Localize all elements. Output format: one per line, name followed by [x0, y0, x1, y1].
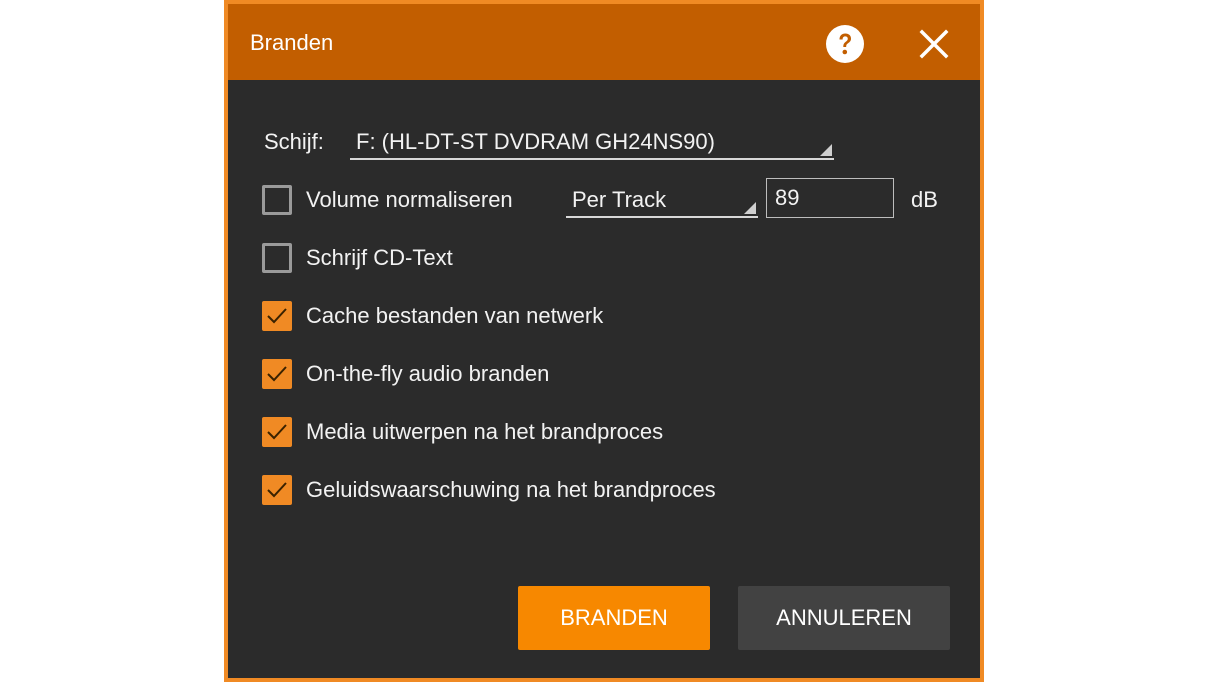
close-icon[interactable] [918, 28, 950, 60]
normalize-label: Volume normaliseren [306, 187, 513, 212]
dialog-title: Branden [250, 30, 334, 55]
burn-button[interactable]: BRANDEN [518, 586, 710, 650]
help-icon[interactable] [825, 24, 865, 64]
on-the-fly-checkbox[interactable] [262, 359, 292, 389]
dropdown-arrow-icon [744, 202, 756, 214]
checkmark-icon [267, 482, 287, 498]
sound-label: Geluidswaarschuwing na het brandproces [306, 477, 716, 502]
dropdown-arrow-icon [820, 144, 832, 156]
normalize-checkbox[interactable] [262, 185, 292, 215]
eject-checkbox[interactable] [262, 417, 292, 447]
normalize-mode-value: Per Track [572, 187, 667, 212]
cache-checkbox[interactable] [262, 301, 292, 331]
cache-label: Cache bestanden van netwerk [306, 303, 604, 328]
on-the-fly-label: On-the-fly audio branden [306, 361, 550, 386]
cd-text-checkbox[interactable] [262, 243, 292, 273]
cd-text-label: Schrijf CD-Text [306, 245, 453, 270]
checkmark-icon [267, 424, 287, 440]
normalize-level-input[interactable] [766, 178, 894, 218]
checkmark-icon [267, 308, 287, 324]
checkmark-icon [267, 366, 287, 382]
db-unit-label: dB [911, 187, 938, 212]
eject-label: Media uitwerpen na het brandproces [306, 419, 664, 444]
normalize-mode-select[interactable]: Per Track [566, 182, 758, 218]
sound-checkbox[interactable] [262, 475, 292, 505]
title-bar: Branden [228, 4, 980, 80]
cancel-button[interactable]: ANNULEREN [738, 586, 950, 650]
drive-label: Schijf: [264, 129, 324, 154]
drive-select[interactable]: F: (HL-DT-ST DVDRAM GH24NS90) [350, 124, 834, 160]
drive-select-value: F: (HL-DT-ST DVDRAM GH24NS90) [356, 129, 715, 154]
burn-dialog: Branden Schijf: F: (HL-DT-ST DVDRAM GH24… [224, 0, 984, 682]
